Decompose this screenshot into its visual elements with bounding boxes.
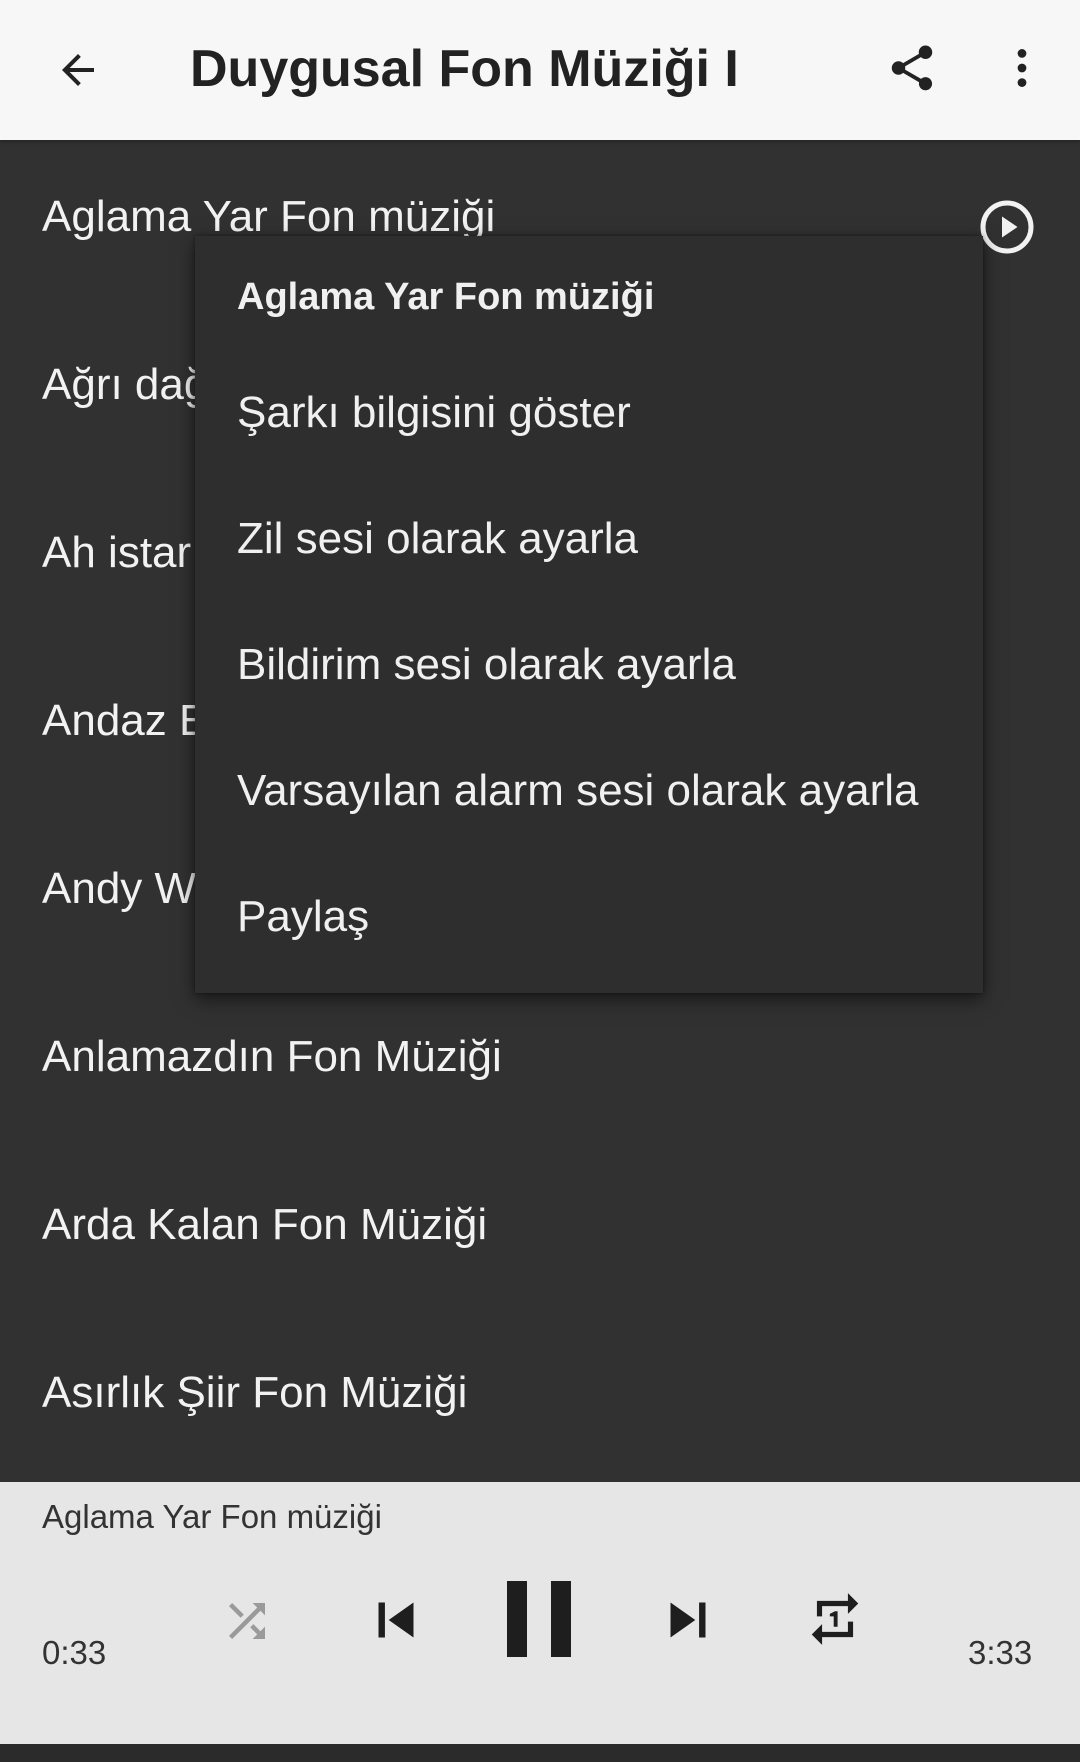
previous-button[interactable] bbox=[356, 1580, 436, 1660]
system-nav-strip bbox=[0, 1744, 1080, 1762]
play-button[interactable] bbox=[974, 194, 1040, 260]
menu-item-set-ringtone[interactable]: Zil sesi olarak ayarla bbox=[195, 474, 983, 600]
shuffle-icon bbox=[229, 1603, 265, 1639]
menu-item-share[interactable]: Paylaş bbox=[195, 852, 983, 978]
menu-item-label: Paylaş bbox=[237, 892, 370, 941]
song-title: Ağrı dağ bbox=[42, 360, 209, 409]
song-title: Andy W bbox=[42, 864, 197, 913]
now-playing-title: Aglama Yar Fon müziği bbox=[42, 1498, 382, 1535]
more-options-button[interactable] bbox=[986, 30, 1058, 106]
menu-item-label: Şarkı bilgisini göster bbox=[237, 388, 631, 437]
menu-item-song-info[interactable]: Şarkı bilgisini göster bbox=[195, 348, 983, 474]
play-circle-icon bbox=[980, 200, 1034, 254]
share-icon bbox=[891, 45, 933, 91]
list-item[interactable]: Arda Kalan Fon Müziği bbox=[0, 1148, 1080, 1316]
share-button[interactable] bbox=[874, 30, 950, 106]
skip-next-icon bbox=[670, 1602, 706, 1638]
song-context-menu: Aglama Yar Fon müziği Şarkı bilgisini gö… bbox=[195, 236, 983, 993]
menu-item-set-notification[interactable]: Bildirim sesi olarak ayarla bbox=[195, 600, 983, 726]
back-button[interactable] bbox=[40, 32, 116, 108]
repeat-one-icon bbox=[811, 1593, 859, 1645]
menu-item-set-alarm[interactable]: Varsayılan alarm sesi olarak ayarla bbox=[195, 726, 983, 852]
menu-item-label: Bildirim sesi olarak ayarla bbox=[237, 640, 736, 689]
song-title: Anlamazdın Fon Müziği bbox=[42, 1032, 502, 1081]
list-item[interactable]: Asırlık Şiir Fon Müziği bbox=[0, 1316, 1080, 1482]
song-title: Ah istar bbox=[42, 528, 192, 577]
elapsed-time: 0:33 bbox=[42, 1634, 107, 1671]
shuffle-button[interactable] bbox=[212, 1586, 282, 1656]
music-player-app: Duygusal Fon Müziği I Aglama Yar Fon müz… bbox=[0, 0, 1080, 1762]
menu-item-label: Varsayılan alarm sesi olarak ayarla bbox=[237, 766, 919, 815]
song-title: Arda Kalan Fon Müziği bbox=[42, 1200, 488, 1249]
page-title: Duygusal Fon Müziği I bbox=[190, 40, 739, 98]
next-button[interactable] bbox=[648, 1580, 728, 1660]
total-time: 3:33 bbox=[968, 1634, 1033, 1671]
pause-icon bbox=[507, 1581, 571, 1657]
list-item[interactable]: Anlamazdın Fon Müziği bbox=[0, 980, 1080, 1148]
arrow-left-icon bbox=[62, 54, 94, 86]
menu-item-label: Zil sesi olarak ayarla bbox=[237, 514, 639, 563]
menu-header: Aglama Yar Fon müziği bbox=[237, 276, 655, 318]
song-title: Andaz E bbox=[42, 696, 209, 745]
repeat-one-button[interactable] bbox=[798, 1582, 872, 1656]
mini-player: Aglama Yar Fon müziği 0:33 3:33 bbox=[0, 1482, 1080, 1744]
pause-button[interactable] bbox=[494, 1564, 586, 1674]
song-title: Asırlık Şiir Fon Müziği bbox=[42, 1368, 468, 1417]
more-vert-icon bbox=[1017, 49, 1027, 87]
skip-previous-icon bbox=[378, 1602, 414, 1638]
top-app-bar: Duygusal Fon Müziği I bbox=[0, 0, 1080, 140]
